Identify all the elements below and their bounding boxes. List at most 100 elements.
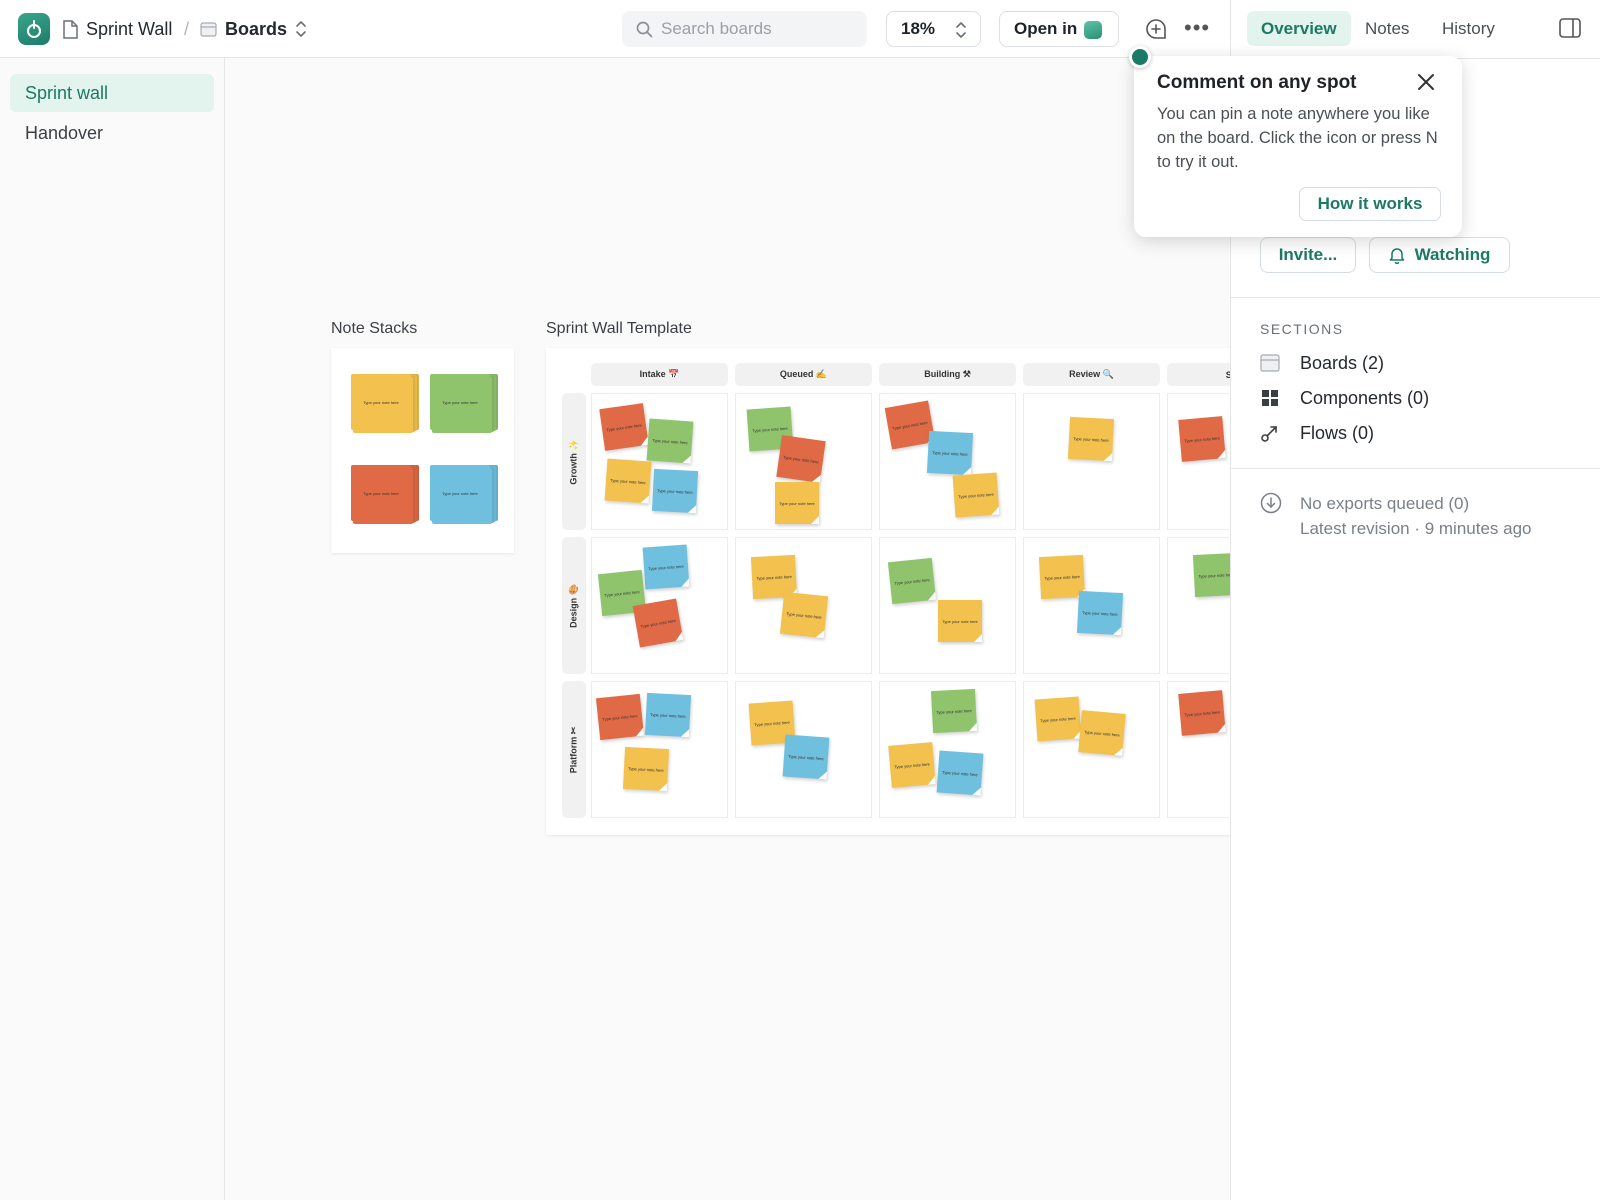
sticky-note[interactable]: Type your note here [776,435,826,483]
sticky-note[interactable]: Type your note here [779,591,829,639]
chevron-updown-icon [956,22,966,38]
sticky-note: Type your note here [351,465,411,521]
sticky-note[interactable]: Type your note here [1078,710,1126,756]
flow-icon [1260,423,1280,443]
watching-button[interactable]: Watching [1369,237,1510,273]
bell-icon [1389,248,1404,264]
sticky-note[interactable]: Type your note here [1067,416,1115,462]
sticky-note[interactable]: Type your note here [1034,696,1082,742]
board-cell-growth-building[interactable]: Type your note here Type your note here … [879,393,1016,530]
board-cell-design-ship[interactable]: Type your note here [1167,537,1230,674]
invite-button[interactable]: Invite... [1260,237,1356,273]
popover-title: Comment on any spot [1157,72,1357,93]
board-cell-growth-review[interactable]: Type your note here [1023,393,1160,530]
column-header-queued: Queued ✍ [735,363,872,386]
row-header-design: Design 🎨 [562,537,586,674]
sticky-note[interactable]: Type your note here [926,430,974,476]
board-cell-growth-intake[interactable]: Type your note here Type your note here … [591,393,728,530]
section-item-components[interactable]: Components (0) [1260,383,1429,413]
sticky-note[interactable]: Type your note here [1178,416,1226,462]
sticky-note[interactable]: Type your note here [644,692,692,738]
chevron-updown-icon[interactable] [294,0,308,58]
sidebar-item-handover[interactable]: Handover [10,114,214,152]
row-header-platform: Platform ✂ [562,681,586,818]
board-icon [1260,353,1280,373]
board-cell-design-building[interactable]: Type your note here Type your note here [879,537,1016,674]
sticky-note[interactable]: Type your note here [952,472,1000,518]
sticky-note[interactable]: Type your note here [599,403,649,451]
sticky-note[interactable]: Type your note here [775,482,819,524]
board-cell-design-queued[interactable]: Type your note here Type your note here [735,537,872,674]
board-cell-growth-ship[interactable]: Type your note here [1167,393,1230,530]
search-input[interactable] [661,19,851,39]
board-cell-platform-building[interactable]: Type your note here Type your note here … [879,681,1016,818]
breadcrumb-project[interactable]: Sprint Wall [86,0,172,58]
sticky-note[interactable]: Type your note here [888,742,936,788]
sticky-note[interactable]: Type your note here [646,418,694,464]
note-stack-green[interactable]: Type your note here [430,374,498,436]
section-item-flows[interactable]: Flows (0) [1260,418,1374,448]
download-circle-icon [1260,492,1282,514]
sticky-note[interactable]: Type your note here [930,688,978,734]
column-header-review: Review 🔍 [1023,363,1160,386]
board-cell-platform-intake[interactable]: Type your note here Type your note here … [591,681,728,818]
open-in-button[interactable]: Open in [999,11,1119,47]
zoom-level: 18% [901,19,936,38]
sticky-note[interactable]: Type your note here [782,734,830,780]
sticky-note[interactable]: Type your note here [887,557,937,605]
how-it-works-button[interactable]: How it works [1299,187,1441,221]
app-logo-icon[interactable] [18,13,50,45]
note-stack-yellow[interactable]: Type your note here [351,374,419,436]
section-label: Flows (0) [1300,422,1375,443]
row-label-platform: Platform ✂ [568,726,579,773]
search-box[interactable] [622,11,867,47]
sticky-note: Type your note here [351,374,411,430]
divider [1231,468,1600,469]
section-item-boards[interactable]: Boards (2) [1260,348,1384,378]
sticky-note: Type your note here [430,465,490,521]
sticky-note[interactable]: Type your note here [595,693,645,741]
board-canvas[interactable]: Note Stacks Sprint Wall Template Type yo… [226,58,1230,1200]
panel-toggle-icon[interactable] [1559,18,1581,43]
more-options-icon[interactable]: ••• [1184,17,1210,39]
sticky-note[interactable]: Type your note here [1178,690,1226,736]
board-cell-design-review[interactable]: Type your note here Type your note here [1023,537,1160,674]
sticky-note[interactable]: Type your note here [642,544,690,590]
column-header-ship: Ship [1167,363,1230,386]
sticky-note[interactable]: Type your note here [938,600,982,642]
comment-pin-dot[interactable] [1129,46,1151,68]
how-it-works-label: How it works [1317,194,1423,213]
add-comment-icon[interactable] [1144,17,1168,46]
sticky-note: Type your note here [430,374,490,430]
breadcrumb-section[interactable]: Boards [225,0,287,58]
board-cell-growth-queued[interactable]: Type your note here Type your note here … [735,393,872,530]
sticky-note[interactable]: Type your note here [622,746,670,792]
close-icon[interactable] [1416,72,1436,97]
note-stacks-frame[interactable]: Type your note here Type your note here … [331,348,514,553]
sprint-wall-template-frame[interactable]: Intake 📅 Queued ✍ Building ⚒ Review 🔍 Sh… [546,348,1230,835]
board-cell-platform-review[interactable]: Type your note here Type your note here [1023,681,1160,818]
sticky-note[interactable]: Type your note here [936,750,984,796]
sticky-note[interactable]: Type your note here [1076,590,1124,636]
desktop-app-icon [1084,21,1102,39]
zoom-control[interactable]: 18% [886,11,981,47]
sticky-note[interactable]: Type your note here [1192,552,1230,598]
tab-overview[interactable]: Overview [1247,11,1351,46]
frame-label-note-stacks: Note Stacks [331,320,418,337]
file-icon [62,0,78,58]
board-cell-platform-queued[interactable]: Type your note here Type your note here [735,681,872,818]
sticky-note[interactable]: Type your note here [632,598,684,648]
tab-notes[interactable]: Notes [1351,11,1423,46]
comment-tip-popover: Comment on any spot You can pin a note a… [1134,56,1462,237]
frame-label-sprint-wall-template: Sprint Wall Template [546,320,692,337]
sticky-note[interactable]: Type your note here [651,468,699,514]
grid-icon [1260,388,1280,408]
board-cell-design-intake[interactable]: Type your note here Type your note here … [591,537,728,674]
tab-history[interactable]: History [1428,11,1509,46]
section-label: Boards (2) [1300,352,1385,373]
sticky-note[interactable]: Type your note here [604,458,652,504]
board-cell-platform-ship[interactable]: Type your note here [1167,681,1230,818]
note-stack-blue[interactable]: Type your note here [430,465,498,527]
sidebar-item-sprint-wall[interactable]: Sprint wall [10,74,214,112]
note-stack-red[interactable]: Type your note here [351,465,419,527]
